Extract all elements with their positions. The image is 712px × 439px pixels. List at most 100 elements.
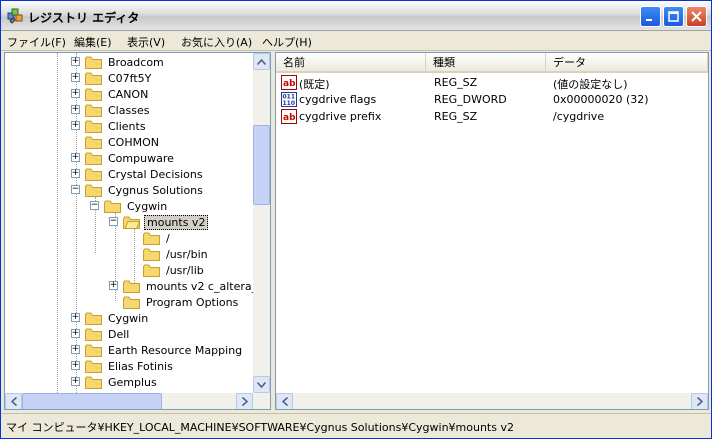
expand-plus-icon[interactable]: + xyxy=(71,89,80,98)
window-title: レジストリ エディタ xyxy=(28,11,140,25)
tree-item-gemplus[interactable]: + Gemplus xyxy=(71,374,159,390)
tree-item-cohmon[interactable]: COHMON xyxy=(85,134,161,150)
tree-item-elias-fotinis[interactable]: + Elias Fotinis xyxy=(71,358,175,374)
maximize-button[interactable] xyxy=(663,6,684,27)
expand-plus-icon[interactable]: + xyxy=(71,169,80,178)
folder-icon xyxy=(85,72,102,85)
scroll-right-button[interactable] xyxy=(691,393,708,409)
tree-line xyxy=(134,229,135,285)
value-data: /cygdrive xyxy=(553,110,605,123)
scroll-right-button[interactable] xyxy=(236,393,253,409)
expand-plus-icon[interactable]: + xyxy=(71,361,80,370)
value-name: cygdrive prefix xyxy=(299,110,382,123)
tree-item-earth-resource-mapping[interactable]: + Earth Resource Mapping xyxy=(71,342,244,358)
expand-plus-icon[interactable]: + xyxy=(71,377,80,386)
tree-item-root[interactable]: / xyxy=(143,230,172,246)
scroll-thumb[interactable] xyxy=(253,125,270,205)
tree-item-compuware[interactable]: + Compuware xyxy=(71,150,176,166)
menu-edit[interactable]: 編集(E) xyxy=(74,34,112,50)
column-header-label: データ xyxy=(553,56,586,69)
collapse-minus-icon[interactable]: − xyxy=(71,185,80,194)
tree-item-label: Cygwin xyxy=(127,199,168,213)
string-value-icon: ab xyxy=(281,75,297,90)
table-row[interactable]: 011 110 cygdrive flags REG_DWORD 0x000000… xyxy=(276,92,708,109)
collapse-minus-icon[interactable]: − xyxy=(109,217,118,226)
folder-open-icon xyxy=(123,216,140,229)
expand-plus-icon[interactable]: + xyxy=(71,153,80,162)
tree-item-label: /usr/bin xyxy=(166,247,208,261)
tree-line xyxy=(57,53,58,393)
column-header-label: 種類 xyxy=(433,56,455,69)
tree-item-c07ft5y[interactable]: + C07ft5Y xyxy=(71,70,153,86)
expand-plus-icon[interactable]: + xyxy=(71,121,80,130)
value-data: 0x00000020 (32) xyxy=(553,93,649,106)
expand-plus-icon[interactable]: + xyxy=(71,73,80,82)
tree-item-clients[interactable]: + Clients xyxy=(71,118,148,134)
expand-plus-icon[interactable]: + xyxy=(71,345,80,354)
folder-icon xyxy=(85,360,102,373)
value-name: cygdrive flags xyxy=(299,93,377,106)
menu-view[interactable]: 表示(V) xyxy=(127,34,165,50)
tree-item-mounts-v2-altera[interactable]: + mounts v2 c_altera_9 xyxy=(109,278,253,294)
folder-icon xyxy=(85,328,102,341)
tree-item-usr-lib[interactable]: /usr/lib xyxy=(143,262,206,278)
expand-plus-icon[interactable]: + xyxy=(109,281,118,290)
column-header-name[interactable]: 名前 xyxy=(276,53,426,73)
expand-plus-icon[interactable]: + xyxy=(71,313,80,322)
tree-item-canon[interactable]: + CANON xyxy=(71,86,150,102)
scroll-thumb-horizontal[interactable] xyxy=(22,393,162,409)
table-row[interactable]: ab (既定) REG_SZ (値の設定なし) xyxy=(276,75,708,92)
tree-item-cygnus-solutions[interactable]: − Cygnus Solutions xyxy=(71,182,205,198)
list-horizontal-scrollbar[interactable] xyxy=(276,393,708,409)
tree-item-broadcom[interactable]: + Broadcom xyxy=(71,54,166,70)
tree-item-dell[interactable]: + Dell xyxy=(71,326,131,342)
scroll-left-button[interactable] xyxy=(5,393,22,409)
expand-plus-icon[interactable]: + xyxy=(71,329,80,338)
menu-help[interactable]: ヘルプ(H) xyxy=(262,34,312,50)
values-list-pane[interactable]: 名前 種類 データ ab (既定) REG_SZ (値の設定なし) 011 110… xyxy=(275,52,709,410)
tree-item-label: Cygnus Solutions xyxy=(108,183,203,197)
string-value-icon: ab xyxy=(281,109,297,124)
tree-item-label: Program Options xyxy=(146,295,239,309)
tree-item-label: C07ft5Y xyxy=(108,71,152,85)
arrow-down-icon xyxy=(257,381,266,388)
folder-open-icon xyxy=(85,184,102,197)
folder-icon xyxy=(85,56,102,69)
svg-text:ab: ab xyxy=(283,79,296,89)
scroll-up-button[interactable] xyxy=(253,53,270,70)
tree-item-program-options[interactable]: Program Options xyxy=(123,294,240,310)
tree-item-mounts-v2[interactable]: − mounts v2 xyxy=(109,214,209,230)
folder-icon xyxy=(123,280,140,293)
column-header-label: 名前 xyxy=(283,56,305,69)
minimize-button[interactable] xyxy=(640,6,661,27)
column-header-data[interactable]: データ xyxy=(546,53,708,73)
tree-item-cygwin-sub[interactable]: − Cygwin xyxy=(90,198,169,214)
value-data: (値の設定なし) xyxy=(553,78,628,91)
folder-icon xyxy=(85,152,102,165)
folder-icon xyxy=(143,232,160,245)
tree-item-usr-bin[interactable]: /usr/bin xyxy=(143,246,210,262)
close-button[interactable] xyxy=(686,6,707,27)
collapse-minus-icon[interactable]: − xyxy=(90,201,99,210)
minimize-icon xyxy=(646,19,652,21)
tree-item-label: Broadcom xyxy=(108,55,164,69)
menu-favorites[interactable]: お気に入り(A) xyxy=(181,34,252,50)
tree-item-cygwin[interactable]: + Cygwin xyxy=(71,310,150,326)
table-row[interactable]: ab cygdrive prefix REG_SZ /cygdrive xyxy=(276,109,708,126)
tree-item-label: Crystal Decisions xyxy=(108,167,203,181)
folder-open-icon xyxy=(104,200,121,213)
column-header-type[interactable]: 種類 xyxy=(426,53,546,73)
scroll-left-button[interactable] xyxy=(276,393,293,409)
tree-vertical-scrollbar[interactable] xyxy=(253,53,270,393)
tree-item-label: Dell xyxy=(108,327,130,341)
title-bar[interactable]: レジストリ エディタ xyxy=(1,1,711,31)
scroll-down-button[interactable] xyxy=(253,376,270,393)
tree-horizontal-scrollbar[interactable] xyxy=(5,393,270,409)
expand-plus-icon[interactable]: + xyxy=(71,105,80,114)
tree-item-crystal-decisions[interactable]: + Crystal Decisions xyxy=(71,166,205,182)
tree-item-classes[interactable]: + Classes xyxy=(71,102,151,118)
key-tree-pane[interactable]: + Broadcom + C07ft5Y + CANON + Classes + xyxy=(4,52,271,410)
expand-plus-icon[interactable]: + xyxy=(71,57,80,66)
menu-file[interactable]: ファイル(F) xyxy=(7,34,66,50)
value-type: REG_SZ xyxy=(434,110,478,123)
